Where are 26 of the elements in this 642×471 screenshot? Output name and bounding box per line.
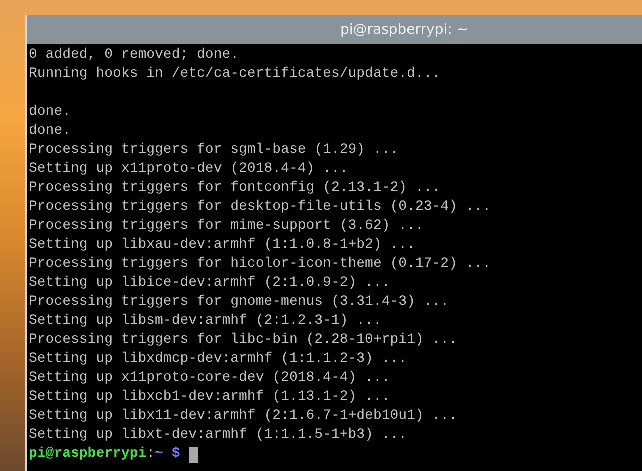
output-line: Setting up libsm-dev:armhf (2:1.2.3-1) ... — [29, 312, 383, 331]
output-line: Setting up libice-dev:armhf (2:1.0.9-2) ... — [29, 274, 392, 293]
output-line: Processing triggers for fontconfig (2.13.1-2) ... — [29, 179, 442, 198]
output-line: Setting up libxau-dev:armhf (1:1.0.8-1+b2) ... — [29, 236, 416, 255]
output-line: Setting up libxcb1-dev:armhf (1.13.1-2) ... — [29, 388, 392, 407]
output-line: Setting up x11proto-core-dev (2018.4-4) ... — [29, 369, 392, 388]
prompt-symbol: $ — [172, 445, 180, 464]
output-line: done. — [29, 103, 72, 122]
prompt-path: ~ — [155, 445, 164, 464]
text-cursor — [188, 446, 198, 462]
prompt-user-host: pi@raspberrypi — [29, 445, 147, 464]
output-line: Processing triggers for hicolor-icon-theme (0.17-2) ... — [29, 255, 492, 274]
output-line: Processing triggers for libc-bin (2.28-10+rpi1) ... — [29, 331, 458, 350]
output-line: Setting up libx11-dev:armhf (2:1.6.7-1+deb10u1) ... — [29, 407, 458, 426]
output-line: Processing triggers for mime-support (3.62) ... — [29, 217, 425, 236]
window-title: pi@raspberrypi: ~ — [340, 22, 469, 38]
output-line: Processing triggers for desktop-file-utils (0.23-4) ... — [29, 198, 492, 217]
output-line: done. — [29, 122, 72, 141]
output-line: Setting up libxt-dev:armhf (1:1.1.5-1+b3) ... — [29, 426, 408, 445]
output-line: Setting up x11proto-dev (2018.4-4) ... — [29, 160, 350, 179]
output-line: Setting up libxdmcp-dev:armhf (1:1.1.2-3) ... — [29, 350, 408, 369]
output-line: Running hooks in /etc/ca-certificates/update.d... — [29, 65, 442, 84]
prompt-separator: : — [146, 445, 156, 464]
output-line: 0 added, 0 removed; done. — [29, 46, 240, 65]
output-line: Processing triggers for sgml-base (1.29) ... — [29, 141, 400, 160]
output-line: Processing triggers for gnome-menus (3.31.4-3) ... — [29, 293, 450, 312]
